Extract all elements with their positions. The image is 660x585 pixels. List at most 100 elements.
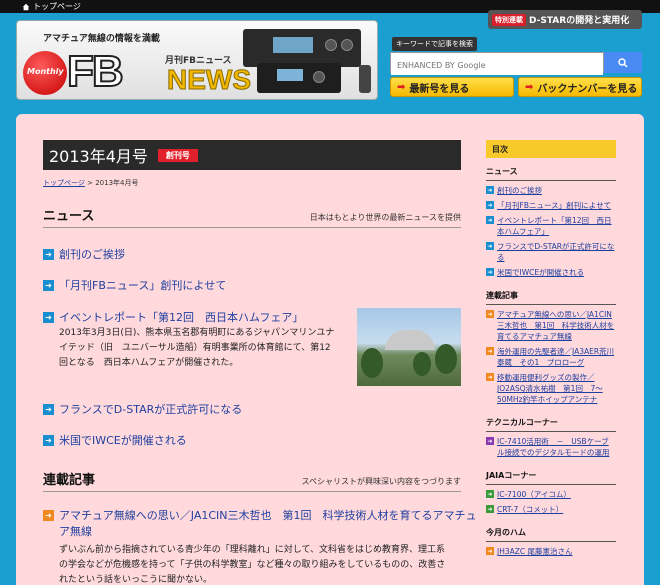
- news-link-label: イベントレポート「第12回 西日本ハムフェア」: [59, 311, 304, 324]
- breadcrumb: トップページ > 2013年4月号: [43, 178, 138, 188]
- news-section-header: ニュース 日本はもとより世界の最新ニュースを提供: [43, 208, 461, 228]
- serial-link-line: アマチュア無線への思い／JA1CIN三木哲也 第1回 科学技術人材を育てるアマチ…: [59, 509, 477, 522]
- special-series-label: D-STARの開発と実用化: [529, 16, 630, 26]
- arrow-right-icon: ➜: [43, 434, 54, 446]
- toc-item[interactable]: ➜ フランスでD-STARが正式許可になる: [486, 241, 616, 263]
- arrow-right-icon: ➜: [43, 403, 54, 415]
- arrow-right-icon: ➜: [43, 311, 54, 323]
- search-input[interactable]: [391, 56, 603, 75]
- serial-section-header: 連載記事 スペシャリストが興味深い内容をつづります: [43, 472, 461, 492]
- issue-badge: 創刊号: [157, 148, 198, 162]
- arrow-right-icon: ➜: [486, 505, 494, 513]
- toc-category-tech: テクニカルコーナー: [486, 415, 616, 432]
- toc-item-label: フランスでD-STARが正式許可になる: [497, 242, 615, 262]
- news-link-label: 創刊のご挨拶: [59, 248, 125, 261]
- latest-issue-button[interactable]: ➡ 最新号を見る: [390, 77, 514, 97]
- serial-link-line: ア無線: [59, 525, 92, 538]
- excerpt-line: 回となる 西日本ハムフェアが開催された。: [59, 358, 239, 368]
- search-button[interactable]: [604, 52, 642, 73]
- toc-item[interactable]: ➜ 移動運用便利グッズの製作／JO2ASQ清水祐樹 第1回 7～50MHz釣竿ホイ…: [486, 372, 616, 405]
- serial-section-title: 連載記事: [43, 473, 96, 488]
- issue-title: 2013年4月号: [49, 147, 148, 166]
- toc-category-news: ニュース: [486, 164, 616, 181]
- microphone-image: [359, 65, 371, 93]
- toc-item[interactable]: ➜ 「月刊FBニュース」創刊によせて: [486, 200, 616, 211]
- excerpt-line: イテッド（旧 ユニバーサル造船）有明事業所の体育館にて、第12: [59, 343, 331, 353]
- toc-item[interactable]: ➜ 海外運用の先駆者達／JA3AER荒川泰蔵 その1 プロローグ: [486, 346, 616, 368]
- arrow-right-icon: ➜: [486, 216, 494, 224]
- breadcrumb-separator: >: [84, 179, 96, 187]
- toc-item-label: イベントレポート「第12回 西日本ハムフェア」: [497, 216, 612, 236]
- toc-item-label: JH3AZC 尾藤憲治さん: [497, 547, 573, 556]
- backnumber-button[interactable]: ➡ バックナンバーを見る: [518, 77, 642, 97]
- toc-item-label: 創刊のご挨拶: [497, 186, 542, 195]
- latest-issue-label: 最新号を見る: [409, 83, 470, 95]
- search-box: [390, 52, 604, 75]
- excerpt-line: 2013年3月3日(日)、熊本県玉名郡有明町にあるジャパンマリンユナ: [59, 328, 335, 338]
- arrow-right-icon: ➜: [486, 310, 494, 318]
- news-link-label: 「月刊FBニュース」創刊によせて: [59, 279, 227, 292]
- search-icon: [618, 57, 628, 68]
- news-link[interactable]: ➜ 「月刊FBニュース」創刊によせて: [43, 277, 226, 293]
- serial-section-desc: スペシャリストが興味深い内容をつづります: [301, 477, 461, 486]
- toc-item-label: CRT-7（コメット）: [497, 505, 564, 514]
- toc-item[interactable]: ➜ 創刊のご挨拶: [486, 185, 616, 196]
- arrow-right-icon: ➜: [43, 248, 54, 260]
- news-link[interactable]: ➜ 米国でIWCEが開催される: [43, 432, 187, 448]
- arrow-right-icon: ➜: [486, 490, 494, 498]
- arrow-right-icon: ➜: [486, 347, 494, 355]
- site-banner[interactable]: アマチュア無線の情報を満載 Monthly FB 月刊FBニュース NEWS: [16, 20, 378, 100]
- serial-link[interactable]: ➜ アマチュア無線への思い／JA1CIN三木哲也 第1回 科学技術人材を育てるア…: [43, 508, 477, 540]
- event-photo[interactable]: [357, 308, 461, 386]
- toc-item[interactable]: ➜ アマチュア無線への思い／JA1CIN三木哲也 第1回 科学技術人材を育てるアマ…: [486, 309, 616, 342]
- serial-excerpt: ずいぶん前から指摘されている青少年の「理科離れ」に対して、文科省をはじめ教育界、…: [59, 543, 469, 585]
- site-tagline: アマチュア無線の情報を満載: [43, 34, 160, 44]
- news-link-label: フランスでD-STARが正式許可になる: [59, 403, 243, 416]
- news-link-label: 米国でIWCEが開催される: [59, 434, 187, 447]
- home-icon: [22, 3, 30, 10]
- toc-item-label: IC-7100（アイコム）: [497, 490, 571, 499]
- logo-monthly: Monthly: [27, 67, 64, 76]
- toc-item-label: 海外運用の先駆者達／JA3AER荒川泰蔵 その1 プロローグ: [497, 347, 615, 367]
- radio-image-small: [257, 63, 341, 93]
- breadcrumb-home-link[interactable]: トップページ: [43, 179, 85, 187]
- excerpt-line: の学会などが危機感を持って「子供の科学教室」など種々の取り組みをしているものの、…: [59, 560, 446, 570]
- excerpt-line: れたという話をいっこうに聞かない。: [59, 575, 213, 585]
- toc-item[interactable]: ➜ IC-7100（アイコム）: [486, 489, 616, 500]
- arrow-right-icon: ➜: [486, 201, 494, 209]
- backnumber-label: バックナンバーを見る: [537, 83, 638, 95]
- toc-item[interactable]: ➜ 米国でIWCEが開催される: [486, 267, 616, 278]
- serial-link-label: アマチュア無線への思い／JA1CIN三木哲也 第1回 科学技術人材を育てるアマチ…: [59, 508, 477, 540]
- news-link[interactable]: ➜ イベントレポート「第12回 西日本ハムフェア」: [43, 309, 303, 325]
- toc-item-label: IC-7410活用術 － USBケーブル接続でのデジタルモードの運用: [497, 437, 610, 457]
- news-excerpt: 2013年3月3日(日)、熊本県玉名郡有明町にあるジャパンマリンユナ イテッド（…: [59, 326, 349, 371]
- breadcrumb-current: 2013年4月号: [95, 179, 139, 187]
- logo-fb: FB: [66, 46, 125, 97]
- issue-title-bar: 2013年4月号 創刊号: [43, 140, 461, 170]
- sidebar-toc: 目次 ニュース ➜ 創刊のご挨拶 ➜ 「月刊FBニュース」創刊によせて ➜ イベントレ…: [486, 140, 616, 557]
- toc-category-jaia: JAIAコーナー: [486, 468, 616, 485]
- search-label: キーワードで記事を検索: [392, 37, 477, 51]
- special-series-button[interactable]: 特別連載 D-STARの開発と実用化: [488, 10, 642, 29]
- toc-item[interactable]: ➜ CRT-7（コメット）: [486, 504, 616, 515]
- toc-item[interactable]: ➜ IC-7410活用術 － USBケーブル接続でのデジタルモードの運用: [486, 436, 616, 458]
- news-section-desc: 日本はもとより世界の最新ニュースを提供: [309, 213, 461, 222]
- news-section-title: ニュース: [43, 209, 95, 224]
- arrow-right-icon: ➜: [486, 186, 494, 194]
- arrow-right-icon: ➜: [43, 510, 54, 521]
- toc-category-serial: 連載記事: [486, 288, 616, 305]
- toc-item-label: 米国でIWCEが開催される: [497, 268, 585, 277]
- toc-item[interactable]: ➜ JH3AZC 尾藤憲治さん: [486, 546, 616, 557]
- news-link[interactable]: ➜ 創刊のご挨拶: [43, 246, 125, 262]
- logo-news: NEWS: [167, 64, 252, 96]
- radio-image: [243, 29, 361, 67]
- toc-heading: 目次: [486, 140, 616, 158]
- toc-item[interactable]: ➜ イベントレポート「第12回 西日本ハムフェア」: [486, 215, 616, 237]
- arrow-right-icon: ➜: [486, 373, 494, 381]
- home-link-label: トップページ: [33, 2, 81, 11]
- news-link[interactable]: ➜ フランスでD-STARが正式許可になる: [43, 401, 242, 417]
- arrow-right-icon: ➜: [486, 437, 494, 445]
- special-tag: 特別連載: [492, 13, 526, 26]
- arrow-right-icon: ➡: [397, 81, 406, 93]
- home-link[interactable]: トップページ: [22, 1, 81, 12]
